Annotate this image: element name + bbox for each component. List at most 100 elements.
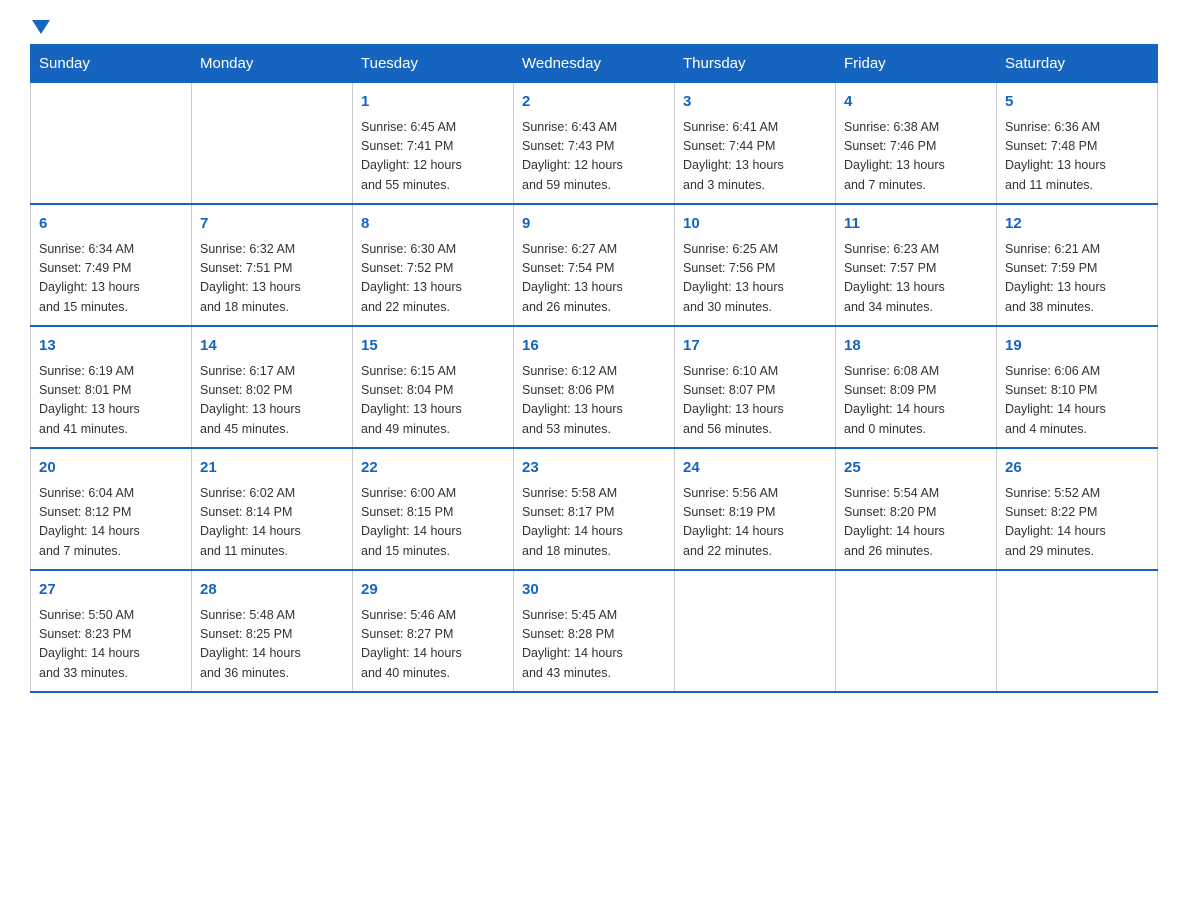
calendar-week-2: 6 Sunrise: 6:34 AM Sunset: 7:49 PM Daylig… (31, 204, 1158, 326)
cell-info-text: Sunrise: 5:54 AM Sunset: 8:20 PM Dayligh… (844, 484, 988, 562)
calendar-body: 1 Sunrise: 6:45 AM Sunset: 7:41 PM Daylig… (31, 83, 1158, 693)
weekday-header-monday: Monday (192, 45, 353, 83)
cell-info-text: Sunrise: 6:27 AM Sunset: 7:54 PM Dayligh… (522, 240, 666, 318)
calendar-cell: 25 Sunrise: 5:54 AM Sunset: 8:20 PM Dayli… (836, 448, 997, 570)
calendar-cell (675, 570, 836, 692)
cell-day-number: 16 (522, 335, 666, 358)
calendar-header: SundayMondayTuesdayWednesdayThursdayFrid… (31, 45, 1158, 83)
weekday-header-sunday: Sunday (31, 45, 192, 83)
cell-info-text: Sunrise: 6:32 AM Sunset: 7:51 PM Dayligh… (200, 240, 344, 318)
cell-info-text: Sunrise: 6:25 AM Sunset: 7:56 PM Dayligh… (683, 240, 827, 318)
cell-info-text: Sunrise: 6:34 AM Sunset: 7:49 PM Dayligh… (39, 240, 183, 318)
cell-day-number: 12 (1005, 213, 1149, 236)
cell-info-text: Sunrise: 6:10 AM Sunset: 8:07 PM Dayligh… (683, 362, 827, 440)
logo (30, 20, 50, 34)
calendar-cell: 26Sunrise: 5:52 AM Sunset: 8:22 PM Dayli… (997, 448, 1158, 570)
cell-info-text: Sunrise: 5:58 AM Sunset: 8:17 PM Dayligh… (522, 484, 666, 562)
calendar-cell: 28 Sunrise: 5:48 AM Sunset: 8:25 PM Dayli… (192, 570, 353, 692)
cell-day-number: 10 (683, 213, 827, 236)
cell-day-number: 5 (1005, 91, 1149, 114)
cell-info-text: Sunrise: 6:06 AM Sunset: 8:10 PM Dayligh… (1005, 362, 1149, 440)
weekday-row: SundayMondayTuesdayWednesdayThursdayFrid… (31, 45, 1158, 83)
cell-day-number: 19 (1005, 335, 1149, 358)
weekday-header-saturday: Saturday (997, 45, 1158, 83)
cell-day-number: 29 (361, 579, 505, 602)
cell-day-number: 9 (522, 213, 666, 236)
calendar-cell: 22 Sunrise: 6:00 AM Sunset: 8:15 PM Dayli… (353, 448, 514, 570)
cell-info-text: Sunrise: 5:46 AM Sunset: 8:27 PM Dayligh… (361, 606, 505, 684)
cell-day-number: 6 (39, 213, 183, 236)
cell-info-text: Sunrise: 6:02 AM Sunset: 8:14 PM Dayligh… (200, 484, 344, 562)
calendar-week-1: 1 Sunrise: 6:45 AM Sunset: 7:41 PM Daylig… (31, 83, 1158, 205)
cell-day-number: 17 (683, 335, 827, 358)
calendar-cell: 27 Sunrise: 5:50 AM Sunset: 8:23 PM Dayli… (31, 570, 192, 692)
cell-info-text: Sunrise: 6:00 AM Sunset: 8:15 PM Dayligh… (361, 484, 505, 562)
calendar-cell: 29 Sunrise: 5:46 AM Sunset: 8:27 PM Dayli… (353, 570, 514, 692)
weekday-header-tuesday: Tuesday (353, 45, 514, 83)
cell-info-text: Sunrise: 6:30 AM Sunset: 7:52 PM Dayligh… (361, 240, 505, 318)
calendar-cell: 7 Sunrise: 6:32 AM Sunset: 7:51 PM Daylig… (192, 204, 353, 326)
calendar-cell: 18 Sunrise: 6:08 AM Sunset: 8:09 PM Dayli… (836, 326, 997, 448)
calendar-cell: 8Sunrise: 6:30 AM Sunset: 7:52 PM Daylig… (353, 204, 514, 326)
cell-day-number: 21 (200, 457, 344, 480)
cell-day-number: 20 (39, 457, 183, 480)
cell-info-text: Sunrise: 6:17 AM Sunset: 8:02 PM Dayligh… (200, 362, 344, 440)
cell-day-number: 4 (844, 91, 988, 114)
calendar-cell: 20 Sunrise: 6:04 AM Sunset: 8:12 PM Dayli… (31, 448, 192, 570)
cell-day-number: 2 (522, 91, 666, 114)
calendar-cell: 5 Sunrise: 6:36 AM Sunset: 7:48 PM Daylig… (997, 83, 1158, 205)
cell-day-number: 26 (1005, 457, 1149, 480)
cell-info-text: Sunrise: 6:38 AM Sunset: 7:46 PM Dayligh… (844, 118, 988, 196)
cell-day-number: 25 (844, 457, 988, 480)
calendar-cell: 24 Sunrise: 5:56 AM Sunset: 8:19 PM Dayli… (675, 448, 836, 570)
calendar-cell (836, 570, 997, 692)
calendar-week-4: 20 Sunrise: 6:04 AM Sunset: 8:12 PM Dayli… (31, 448, 1158, 570)
calendar-cell (31, 83, 192, 205)
calendar-cell: 4 Sunrise: 6:38 AM Sunset: 7:46 PM Daylig… (836, 83, 997, 205)
cell-info-text: Sunrise: 6:04 AM Sunset: 8:12 PM Dayligh… (39, 484, 183, 562)
cell-info-text: Sunrise: 5:50 AM Sunset: 8:23 PM Dayligh… (39, 606, 183, 684)
cell-info-text: Sunrise: 6:08 AM Sunset: 8:09 PM Dayligh… (844, 362, 988, 440)
cell-day-number: 27 (39, 579, 183, 602)
calendar-cell: 9 Sunrise: 6:27 AM Sunset: 7:54 PM Daylig… (514, 204, 675, 326)
calendar-cell: 3 Sunrise: 6:41 AM Sunset: 7:44 PM Daylig… (675, 83, 836, 205)
calendar-cell: 17 Sunrise: 6:10 AM Sunset: 8:07 PM Dayli… (675, 326, 836, 448)
cell-info-text: Sunrise: 5:48 AM Sunset: 8:25 PM Dayligh… (200, 606, 344, 684)
logo-triangle-icon (32, 20, 50, 34)
cell-info-text: Sunrise: 5:56 AM Sunset: 8:19 PM Dayligh… (683, 484, 827, 562)
calendar-cell: 12 Sunrise: 6:21 AM Sunset: 7:59 PM Dayli… (997, 204, 1158, 326)
cell-info-text: Sunrise: 6:12 AM Sunset: 8:06 PM Dayligh… (522, 362, 666, 440)
cell-day-number: 28 (200, 579, 344, 602)
cell-day-number: 1 (361, 91, 505, 114)
calendar-cell: 14Sunrise: 6:17 AM Sunset: 8:02 PM Dayli… (192, 326, 353, 448)
calendar-cell: 10 Sunrise: 6:25 AM Sunset: 7:56 PM Dayli… (675, 204, 836, 326)
cell-info-text: Sunrise: 6:41 AM Sunset: 7:44 PM Dayligh… (683, 118, 827, 196)
weekday-header-thursday: Thursday (675, 45, 836, 83)
cell-day-number: 13 (39, 335, 183, 358)
cell-info-text: Sunrise: 5:45 AM Sunset: 8:28 PM Dayligh… (522, 606, 666, 684)
calendar-cell: 11Sunrise: 6:23 AM Sunset: 7:57 PM Dayli… (836, 204, 997, 326)
calendar-cell: 2Sunrise: 6:43 AM Sunset: 7:43 PM Daylig… (514, 83, 675, 205)
cell-info-text: Sunrise: 6:21 AM Sunset: 7:59 PM Dayligh… (1005, 240, 1149, 318)
calendar-cell (997, 570, 1158, 692)
calendar-cell: 16 Sunrise: 6:12 AM Sunset: 8:06 PM Dayli… (514, 326, 675, 448)
cell-day-number: 7 (200, 213, 344, 236)
cell-day-number: 30 (522, 579, 666, 602)
weekday-header-friday: Friday (836, 45, 997, 83)
calendar-week-3: 13Sunrise: 6:19 AM Sunset: 8:01 PM Dayli… (31, 326, 1158, 448)
calendar-cell (192, 83, 353, 205)
calendar-cell: 6 Sunrise: 6:34 AM Sunset: 7:49 PM Daylig… (31, 204, 192, 326)
cell-day-number: 15 (361, 335, 505, 358)
calendar-week-5: 27 Sunrise: 5:50 AM Sunset: 8:23 PM Dayli… (31, 570, 1158, 692)
calendar-cell: 30 Sunrise: 5:45 AM Sunset: 8:28 PM Dayli… (514, 570, 675, 692)
weekday-header-wednesday: Wednesday (514, 45, 675, 83)
cell-day-number: 22 (361, 457, 505, 480)
cell-info-text: Sunrise: 6:45 AM Sunset: 7:41 PM Dayligh… (361, 118, 505, 196)
cell-info-text: Sunrise: 6:23 AM Sunset: 7:57 PM Dayligh… (844, 240, 988, 318)
cell-day-number: 3 (683, 91, 827, 114)
cell-day-number: 24 (683, 457, 827, 480)
cell-day-number: 18 (844, 335, 988, 358)
calendar-cell: 15 Sunrise: 6:15 AM Sunset: 8:04 PM Dayli… (353, 326, 514, 448)
cell-info-text: Sunrise: 6:36 AM Sunset: 7:48 PM Dayligh… (1005, 118, 1149, 196)
cell-info-text: Sunrise: 6:15 AM Sunset: 8:04 PM Dayligh… (361, 362, 505, 440)
